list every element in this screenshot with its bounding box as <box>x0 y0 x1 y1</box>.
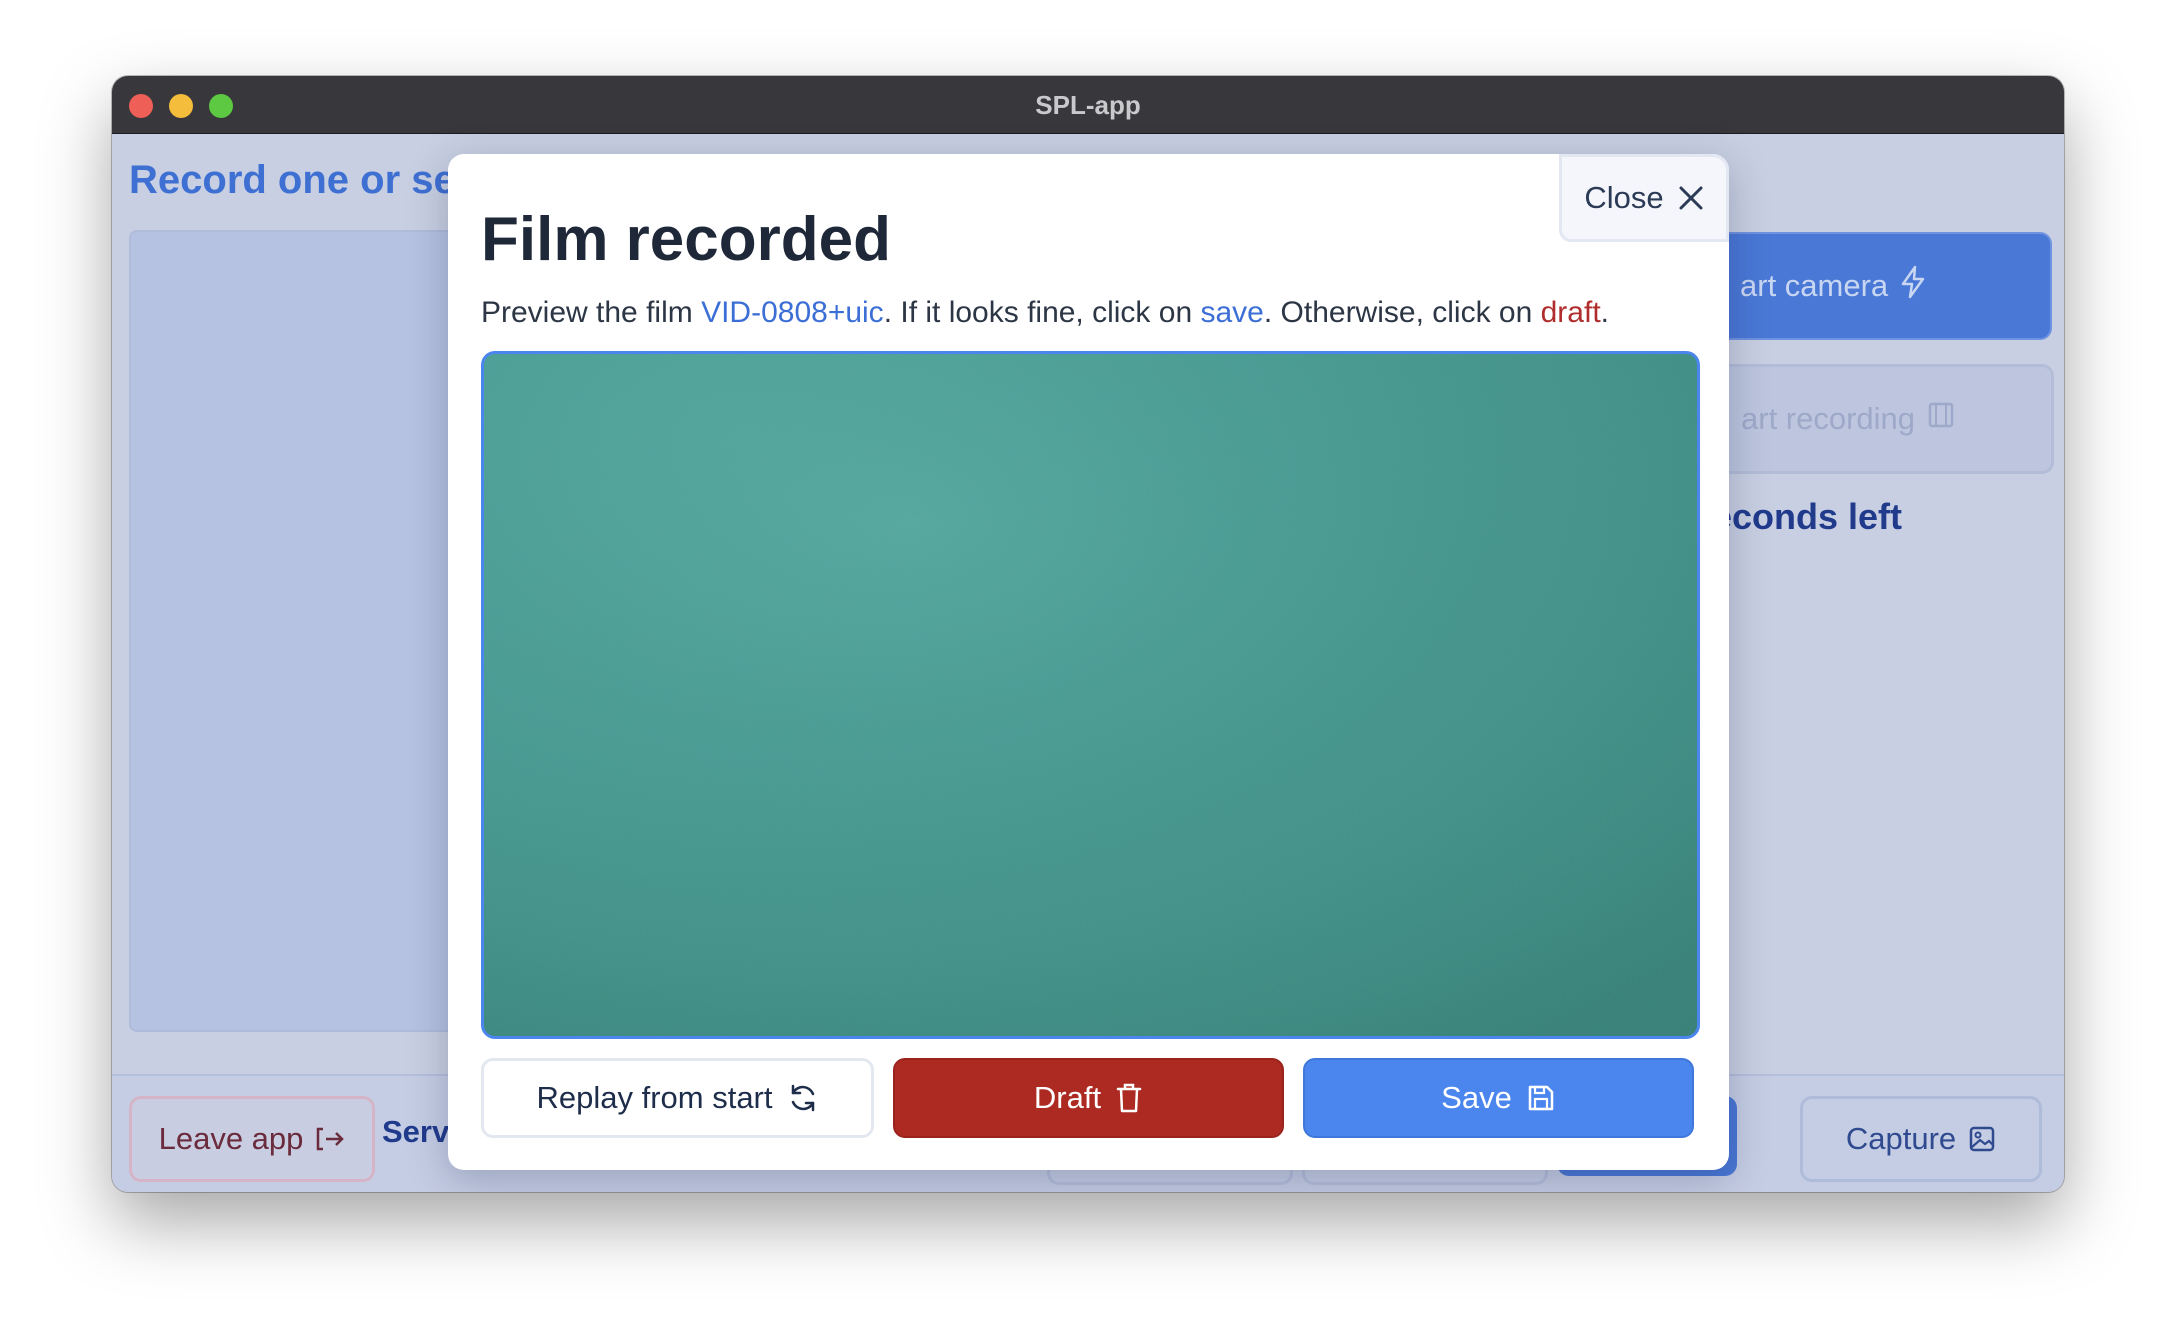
image-icon <box>1968 1125 1996 1153</box>
replay-label: Replay from start <box>536 1080 773 1115</box>
window-title: SPL-app <box>1035 90 1141 120</box>
start-recording-label: art recording <box>1741 401 1916 436</box>
refresh-icon <box>787 1082 819 1114</box>
video-frame-texture <box>484 354 1697 1036</box>
desc-text-3: . Otherwise, click on <box>1263 296 1541 329</box>
service-label: Servi <box>382 1114 458 1149</box>
film-recorded-dialog: Close Film recorded Preview the film VID… <box>448 154 1729 1170</box>
seconds-left-text: econds left <box>1712 496 1903 537</box>
film-id-link[interactable]: VID-0808+uic <box>701 296 884 329</box>
dialog-description: Preview the film VID-0808+uic. If it loo… <box>481 296 1609 330</box>
save-label: Save <box>1441 1080 1512 1115</box>
close-button[interactable]: Close <box>1559 154 1729 242</box>
close-label: Close <box>1584 180 1664 215</box>
replay-from-start-button[interactable]: Replay from start <box>481 1058 874 1138</box>
video-preview[interactable] <box>481 351 1700 1039</box>
start-recording-button[interactable]: art recording <box>1712 364 2054 474</box>
page-heading: Record one or sev <box>129 158 479 202</box>
start-camera-label: art camera <box>1740 268 1889 303</box>
save-button[interactable]: Save <box>1303 1058 1694 1138</box>
lightning-icon <box>1900 265 1926 307</box>
desc-text-1: Preview the film <box>481 296 702 329</box>
title-bar: SPL-app <box>112 76 2064 134</box>
dialog-title: Film recorded <box>481 205 891 274</box>
app-window: SPL-app Record one or sev art camera art… <box>112 76 2064 1192</box>
capture-label: Capture <box>1845 1121 1957 1156</box>
capture-button[interactable]: Capture <box>1800 1096 2042 1182</box>
exit-icon <box>315 1125 345 1153</box>
start-camera-button[interactable]: art camera <box>1712 232 2052 340</box>
save-icon <box>1526 1083 1556 1113</box>
camera-preview-panel <box>129 230 473 1032</box>
film-icon <box>1927 401 1955 437</box>
draft-button[interactable]: Draft <box>893 1058 1284 1138</box>
trash-icon <box>1115 1082 1143 1114</box>
draft-word: draft <box>1540 296 1601 329</box>
desc-text-4: . <box>1600 296 1609 329</box>
save-word: save <box>1200 296 1264 329</box>
draft-label: Draft <box>1033 1080 1102 1115</box>
leave-app-label: Leave app <box>158 1121 304 1156</box>
close-icon <box>1678 178 1704 218</box>
leave-app-button[interactable]: Leave app <box>129 1096 375 1182</box>
desc-text-2: . If it looks fine, click on <box>883 296 1201 329</box>
